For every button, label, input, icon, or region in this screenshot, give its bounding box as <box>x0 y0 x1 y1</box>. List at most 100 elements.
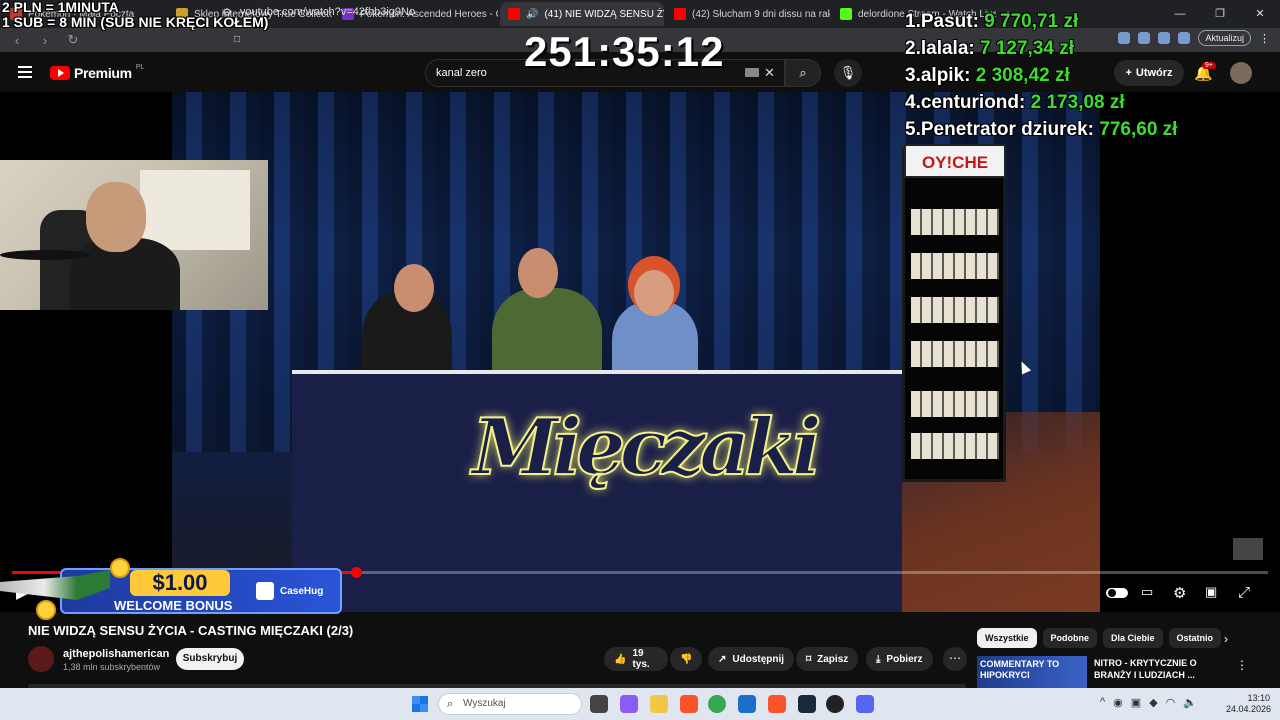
settings-gear-icon[interactable]: ⚙ <box>1173 584 1186 602</box>
miniplayer-thumbnail[interactable] <box>1233 538 1263 560</box>
speaker-icon: 🔊 <box>526 8 539 20</box>
keyboard-icon[interactable] <box>745 68 759 77</box>
fridge-shelf <box>911 253 999 279</box>
subathon-timer: 251:35:12 <box>524 28 725 75</box>
system-clock[interactable]: 13:10 24.04.2026 <box>1226 693 1271 715</box>
youtube-play-icon <box>50 66 70 80</box>
drinks-fridge <box>902 148 1006 482</box>
youtube-favicon-icon <box>508 8 520 20</box>
search-icon: ⌕ <box>799 65 807 80</box>
screen: Pokemon · Mała Poczta Sklep internetowy … <box>0 0 1280 720</box>
tray-app-icon[interactable]: ▣ <box>1131 696 1141 709</box>
fridge-shelf <box>911 433 999 459</box>
more-actions-button[interactable]: ⋯ <box>943 647 967 671</box>
windows-start-icon[interactable] <box>412 696 428 712</box>
recommended-video-thumbnail[interactable]: COMMENTARY TO HIPOKRYCI <box>977 656 1087 688</box>
video-title: NIE WIDZĄ SENSU ŻYCIA - CASTING MIĘCZAKI… <box>28 623 354 638</box>
share-button[interactable]: ↗ Udostępnij <box>708 647 795 671</box>
donation-rate-overlay: 2 PLN = 1MINUTA 1 SUB = 8 MIN (SUB NIE K… <box>2 0 268 30</box>
leaderboard-row: 4.centuriond: 2 173,08 zł <box>905 92 1125 113</box>
streamer-face <box>86 182 146 252</box>
video-frame: Mięczaki OY!CHE <box>172 92 1100 612</box>
wifi-icon[interactable]: ◠ <box>1166 696 1176 709</box>
window-controls: — ❐ ✕ <box>1160 0 1280 28</box>
chevron-right-icon[interactable]: › <box>1224 632 1228 646</box>
brave-active-icon[interactable] <box>768 695 786 713</box>
bonus-amount: $1.00 <box>130 570 230 596</box>
person-center-head <box>518 248 558 298</box>
casino-bonus-banner: $1.00 WELCOME BONUS CaseHug <box>0 556 345 620</box>
bookmark-save-icon: ⌑ <box>806 653 812 665</box>
forward-icon[interactable]: › <box>38 33 52 48</box>
share-icon: ↗ <box>718 653 727 665</box>
browser-menu-icon[interactable]: ⋮ <box>1259 32 1270 45</box>
chip-all[interactable]: Wszystkie <box>977 628 1037 648</box>
store-icon[interactable] <box>738 695 756 713</box>
obs-icon[interactable] <box>826 695 844 713</box>
fullscreen-icon[interactable]: ⤢ <box>1238 584 1250 601</box>
bonus-label: WELCOME BONUS <box>114 598 233 613</box>
tab-title: (41) NIE WIDZĄ SENSU ŻYCIA <box>544 8 664 20</box>
youtube-logo[interactable]: Premium PL <box>50 64 144 81</box>
tab-title: (42) Słucham 9 dni dissu na raka żeby <box>692 8 830 20</box>
tray-app-icon[interactable]: ◉ <box>1113 696 1123 709</box>
coin-graphic <box>36 600 56 620</box>
subscriber-count: 1,38 mln subskrybentów <box>63 662 161 672</box>
microphone-arm <box>0 250 90 260</box>
maximize-icon[interactable]: ❐ <box>1200 0 1240 28</box>
account-avatar[interactable] <box>1230 62 1252 84</box>
browser-tab-active[interactable]: 🔊 (41) NIE WIDZĄ SENSU ŻYCIA ✕ <box>500 2 664 26</box>
taskbar-search[interactable]: ⌕ Wyszukaj <box>438 693 582 715</box>
like-button[interactable]: 👍 19 tys. <box>604 647 668 671</box>
kick-favicon-icon <box>840 8 852 20</box>
youtube-favicon-icon <box>674 8 686 20</box>
back-icon[interactable]: ‹ <box>10 33 24 48</box>
recommendation-chips: Wszystkie Podobne Dla Ciebie Ostatnio <box>977 628 1222 648</box>
fridge-brand-logo: OY!CHE <box>904 144 1006 178</box>
browser-tab[interactable]: (42) Słucham 9 dni dissu na raka żeby <box>666 2 830 26</box>
task-view-icon[interactable] <box>590 695 608 713</box>
leaderboard-row: 3.alpik: 2 308,42 zł <box>905 65 1070 86</box>
kebab-menu-icon[interactable]: ⋮ <box>1236 658 1248 672</box>
theater-mode-icon[interactable]: ▣ <box>1205 584 1217 600</box>
download-button[interactable]: ⤓ Pobierz <box>866 647 933 671</box>
tray-app-icon[interactable]: ◆ <box>1149 696 1157 709</box>
close-window-icon[interactable]: ✕ <box>1240 0 1280 28</box>
bookmark-icon[interactable]: ⌑ <box>230 32 244 48</box>
webcam-background <box>140 170 250 250</box>
microphone-icon: 🎙 <box>839 65 857 80</box>
chip-for-you[interactable]: Dla Ciebie <box>1103 628 1163 648</box>
chrome-icon[interactable] <box>708 695 726 713</box>
search-button[interactable]: ⌕ <box>785 59 821 87</box>
extension-icon[interactable] <box>1178 32 1191 44</box>
recommended-video-title[interactable]: NITRO - KRYTYCZNIE O BRANŻY I LUDZIACH .… <box>1094 657 1214 681</box>
file-explorer-icon[interactable] <box>650 695 668 713</box>
leaderboard-row: 1.Pasut: 9 770,71 zł <box>905 11 1079 32</box>
clear-search-icon[interactable]: ✕ <box>764 65 775 81</box>
bonus-brand: CaseHug <box>280 586 324 597</box>
save-button[interactable]: ⌑ Zapisz <box>796 647 859 671</box>
chip-related[interactable]: Podobne <box>1042 628 1098 648</box>
channel-avatar[interactable] <box>28 646 54 672</box>
neon-sign: Mięczaki <box>471 401 823 494</box>
reload-icon[interactable]: ↻ <box>66 32 80 48</box>
dislike-button[interactable]: 👎 <box>670 647 702 671</box>
menu-icon[interactable] <box>18 66 32 81</box>
steam-icon[interactable] <box>798 695 816 713</box>
channel-name[interactable]: ajthepolishamerican <box>63 648 169 660</box>
windows-taskbar: ⌕ Wyszukaj ^ ◉ ▣ ◆ ◠ 🔈 13:10 24.04.2026 <box>0 688 1280 720</box>
volume-icon[interactable]: 🔈 <box>1183 696 1197 709</box>
brave-icon[interactable] <box>680 695 698 713</box>
subscribe-button[interactable]: Subskrybuj <box>176 648 244 670</box>
chip-recent[interactable]: Ostatnio <box>1168 628 1222 648</box>
subtitles-icon[interactable]: ▭ <box>1141 584 1153 600</box>
autoplay-toggle[interactable] <box>1106 588 1128 598</box>
rate-line: 2 PLN = 1MINUTA <box>2 0 119 15</box>
fridge-shelf <box>911 297 999 323</box>
tray-chevron-icon[interactable]: ^ <box>1100 696 1105 709</box>
discord-icon[interactable] <box>856 695 874 713</box>
rate-line: 1 SUB = 8 MIN (SUB NIE KRĘCI KOŁEM) <box>2 14 269 30</box>
update-button[interactable]: Aktualizuj <box>1198 30 1251 46</box>
copilot-icon[interactable] <box>620 695 638 713</box>
voice-search-button[interactable]: 🎙 <box>834 59 862 87</box>
